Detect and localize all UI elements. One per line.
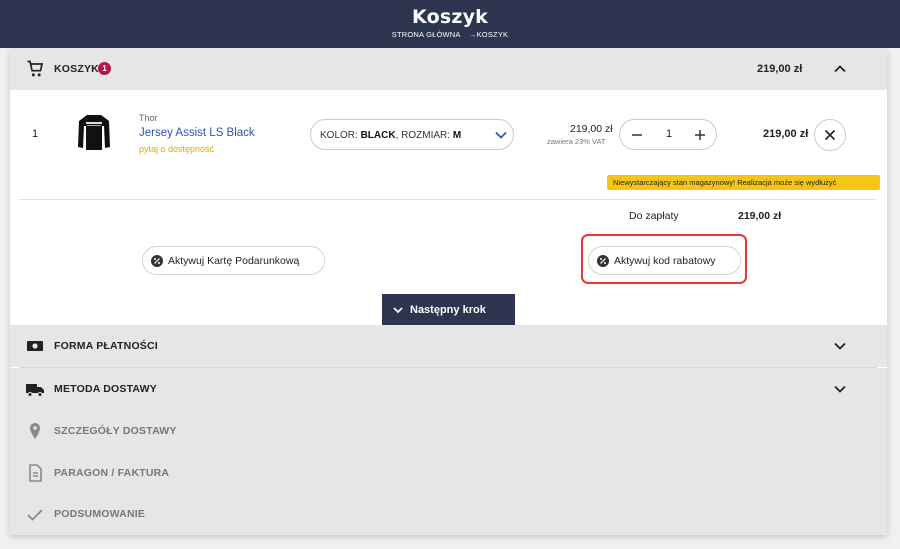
section-label: PODSUMOWANIE <box>54 508 146 520</box>
section-label: SZCZEGÓŁY DOSTAWY <box>54 425 177 437</box>
variant-color-value: BLACK <box>360 130 396 141</box>
product-name-link[interactable]: Jersey Assist LS Black <box>139 127 255 139</box>
discount-badge-icon <box>597 255 609 267</box>
chevron-down-icon[interactable] <box>832 338 848 354</box>
delivery-method-section[interactable]: METODA DOSTAWY <box>10 368 887 410</box>
variant-select[interactable]: KOLOR: BLACK, ROZMIAR: M <box>310 119 514 150</box>
chevron-down-icon <box>393 307 403 314</box>
breadcrumb-home[interactable]: STRONA GŁÓWNA <box>392 30 461 39</box>
chevron-up-icon[interactable] <box>832 61 848 77</box>
checkout-card: KOSZYK 1 219,00 zł 1 Thor Jersey Assist … <box>10 48 887 535</box>
availability-note[interactable]: pytaj o dostępność <box>139 144 214 154</box>
truck-icon <box>26 384 44 397</box>
variant-size-value: M <box>452 130 462 141</box>
product-thumbnail[interactable] <box>76 112 112 152</box>
shopping-cart-icon <box>27 60 44 77</box>
section-label: METODA DOSTAWY <box>54 383 157 395</box>
vat-note: zawiera 23% VAT <box>547 137 606 146</box>
to-pay-value: 219,00 zł <box>738 210 782 222</box>
activate-gift-card-button[interactable]: Aktywuj Kartę Podarunkową <box>142 246 325 275</box>
divider <box>18 199 876 200</box>
location-pin-icon <box>30 423 40 439</box>
breadcrumb: STRONA GŁÓWNA →KOSZYK <box>0 30 900 39</box>
promo-code-label: Aktywuj kod rabatowy <box>614 255 716 267</box>
payment-method-section[interactable]: FORMA PŁATNOŚCI <box>10 325 887 367</box>
plus-icon[interactable] <box>693 128 707 142</box>
chevron-down-icon[interactable] <box>832 381 848 397</box>
section-label: PARAGON / FAKTURA <box>54 467 170 479</box>
product-brand: Thor <box>139 113 158 123</box>
to-pay-label: Do zapłaty <box>629 210 679 222</box>
quantity-stepper: 1 <box>619 119 717 150</box>
remove-item-button[interactable] <box>814 119 846 151</box>
document-icon <box>29 464 42 482</box>
chevron-down-icon <box>495 131 507 139</box>
checkmark-icon <box>27 509 43 521</box>
cart-section-header[interactable]: KOSZYK 1 219,00 zł <box>10 48 887 90</box>
gift-card-label: Aktywuj Kartę Podarunkową <box>168 255 300 267</box>
summary-section: PODSUMOWANIE <box>10 493 887 535</box>
next-step-button[interactable]: Następny krok <box>382 294 515 325</box>
cart-section-label: KOSZYK <box>54 63 99 75</box>
delivery-details-section: SZCZEGÓŁY DOSTAWY <box>10 410 887 452</box>
discount-badge-icon <box>151 255 163 267</box>
cash-icon <box>27 341 43 351</box>
cart-header-total: 219,00 zł <box>757 63 803 75</box>
page-title: Koszyk <box>411 6 489 28</box>
cart-row-index: 1 <box>32 128 39 140</box>
activate-promo-code-button[interactable]: Aktywuj kod rabatowy <box>588 246 741 275</box>
line-total: 219,00 zł <box>763 128 809 140</box>
next-step-label: Następny krok <box>410 304 486 316</box>
cart-count-badge: 1 <box>98 62 111 75</box>
variant-size-label: , ROZMIAR: <box>395 130 451 141</box>
stock-warning-banner: Niewystarczający stan magazynowy! Realiz… <box>607 175 880 190</box>
breadcrumb-current: →KOSZYK <box>468 30 509 39</box>
page-header: Koszyk STRONA GŁÓWNA →KOSZYK <box>0 0 900 48</box>
receipt-invoice-section: PARAGON / FAKTURA <box>10 452 887 494</box>
unit-price: 219,00 zł <box>570 123 613 135</box>
close-icon <box>824 129 836 141</box>
section-label: FORMA PŁATNOŚCI <box>54 340 158 352</box>
variant-color-label: KOLOR: <box>320 130 358 141</box>
